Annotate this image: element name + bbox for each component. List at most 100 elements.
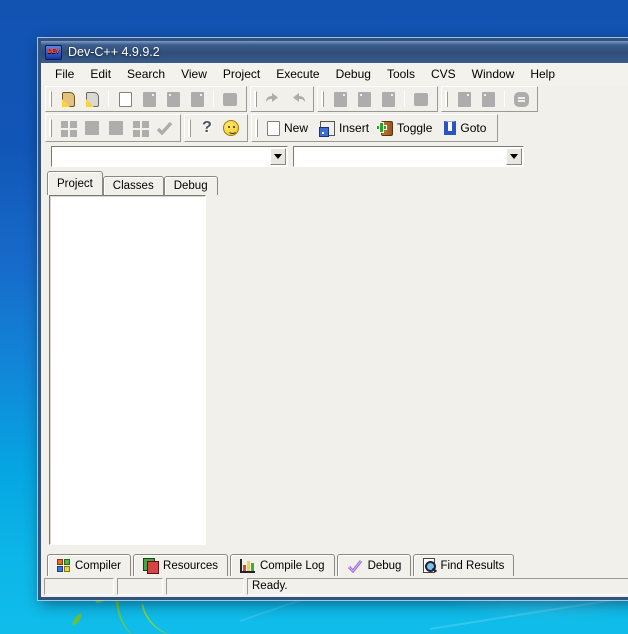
goto-line-button[interactable] <box>509 88 533 110</box>
save-all-icon <box>167 92 180 107</box>
menu-view[interactable]: View <box>173 65 215 83</box>
compile-and-run-icon <box>109 121 123 135</box>
save-icon <box>143 92 156 107</box>
toolbar-project <box>317 86 438 112</box>
side-tab-bar: Project Classes Debug <box>47 170 218 195</box>
menu-cvs[interactable]: CVS <box>423 65 464 83</box>
find-results-icon <box>423 558 435 573</box>
new-file-button[interactable] <box>113 88 137 110</box>
tab-compile-log-label: Compile Log <box>260 560 325 572</box>
syntax-check-icon <box>156 121 173 135</box>
status-bar: Ready. <box>41 576 628 597</box>
toolbar-gripper[interactable] <box>321 91 324 108</box>
project-properties-button[interactable] <box>409 88 433 110</box>
menu-bar: File Edit Search View Project Execute De… <box>41 63 628 85</box>
combobox-left[interactable] <box>51 146 288 167</box>
tab-debug[interactable]: Debug <box>164 176 218 195</box>
project-properties-icon <box>414 93 428 106</box>
menu-debug[interactable]: Debug <box>328 65 379 83</box>
rebuild-all-button[interactable] <box>128 117 152 139</box>
toolbar-separator <box>404 91 405 108</box>
toggle-button-label: Toggle <box>397 121 432 135</box>
open-file-button[interactable] <box>80 88 104 110</box>
tab-debug-label: Debug <box>368 560 402 572</box>
menu-file[interactable]: File <box>47 65 82 83</box>
remove-from-project-button[interactable] <box>376 88 400 110</box>
add-to-project-icon <box>358 92 371 107</box>
find-button[interactable] <box>452 88 476 110</box>
menu-tools[interactable]: Tools <box>379 65 423 83</box>
goto-bookmark-button[interactable]: Goto <box>439 117 493 139</box>
goto-bookmark-icon <box>444 121 456 135</box>
tab-find-results[interactable]: Find Results <box>413 554 514 576</box>
open-project-button[interactable] <box>56 88 80 110</box>
toolbar-edit <box>250 86 314 112</box>
syntax-check-button[interactable] <box>152 117 176 139</box>
toolbar-gripper[interactable] <box>254 91 257 108</box>
status-panel-1 <box>44 578 114 595</box>
tab-compiler[interactable]: Compiler <box>47 554 131 576</box>
insert-button[interactable]: Insert <box>315 117 376 139</box>
menu-help[interactable]: Help <box>522 65 563 83</box>
combobox-left-dropdown-button[interactable] <box>270 148 286 165</box>
compiler-icon <box>57 559 70 572</box>
combobox-right-dropdown-button[interactable] <box>506 148 522 165</box>
smiley-icon <box>223 120 239 136</box>
toolbar-gripper[interactable] <box>49 91 52 108</box>
save-all-button[interactable] <box>161 88 185 110</box>
tab-debug-bottom[interactable]: Debug <box>337 554 412 576</box>
window-title: Dev-C++ 4.9.9.2 <box>68 45 160 59</box>
tab-project[interactable]: Project <box>47 171 103 195</box>
client-area: Project Classes Debug <box>41 169 628 552</box>
toggle-bookmark-button[interactable]: Toggle <box>376 117 439 139</box>
new-button[interactable]: New <box>262 117 315 139</box>
compile-button[interactable] <box>56 117 80 139</box>
toolbar-main <box>45 86 247 112</box>
save-button[interactable] <box>137 88 161 110</box>
insert-icon <box>320 121 335 136</box>
new-doc-icon <box>267 121 280 136</box>
about-button[interactable] <box>219 117 243 139</box>
new-button-label: New <box>284 121 308 135</box>
close-file-button[interactable] <box>185 88 209 110</box>
toolbar-row-combos <box>41 143 628 169</box>
menu-project[interactable]: Project <box>215 65 268 83</box>
toolbar-row-main <box>41 85 628 113</box>
add-to-project-button[interactable] <box>352 88 376 110</box>
compile-log-icon <box>240 559 255 573</box>
print-button[interactable] <box>218 88 242 110</box>
toolbar-gripper[interactable] <box>49 119 52 137</box>
help-button[interactable]: ? <box>195 117 219 139</box>
toolbar-separator <box>213 91 214 108</box>
menu-edit[interactable]: Edit <box>82 65 119 83</box>
combobox-right[interactable] <box>293 146 524 167</box>
rebuild-all-icon <box>133 121 140 128</box>
menu-search[interactable]: Search <box>119 65 173 83</box>
tab-resources[interactable]: Resources <box>133 554 228 576</box>
compile-icon <box>61 121 68 128</box>
tab-compile-log[interactable]: Compile Log <box>230 554 335 576</box>
new-unit-button[interactable] <box>328 88 352 110</box>
undo-button[interactable] <box>261 88 285 110</box>
title-bar[interactable]: DEV Dev-C++ 4.9.9.2 <box>41 41 628 63</box>
menu-execute[interactable]: Execute <box>268 65 327 83</box>
find-icon <box>458 92 471 107</box>
toolbar-gripper[interactable] <box>445 91 448 108</box>
replace-button[interactable] <box>476 88 500 110</box>
status-panel-3 <box>166 578 244 595</box>
replace-icon <box>482 92 495 107</box>
run-button[interactable] <box>80 117 104 139</box>
redo-icon <box>289 92 306 106</box>
toolbar-gripper[interactable] <box>188 119 191 137</box>
insert-button-label: Insert <box>339 121 369 135</box>
open-project-icon <box>62 92 75 107</box>
project-tree-panel[interactable] <box>49 195 206 545</box>
status-panel-2 <box>117 578 163 595</box>
menu-window[interactable]: Window <box>464 65 523 83</box>
tab-compiler-label: Compiler <box>75 560 121 572</box>
tab-classes[interactable]: Classes <box>103 176 164 195</box>
compile-and-run-button[interactable] <box>104 117 128 139</box>
goto-line-icon <box>514 92 529 107</box>
redo-button[interactable] <box>285 88 309 110</box>
toolbar-gripper[interactable] <box>255 119 258 137</box>
